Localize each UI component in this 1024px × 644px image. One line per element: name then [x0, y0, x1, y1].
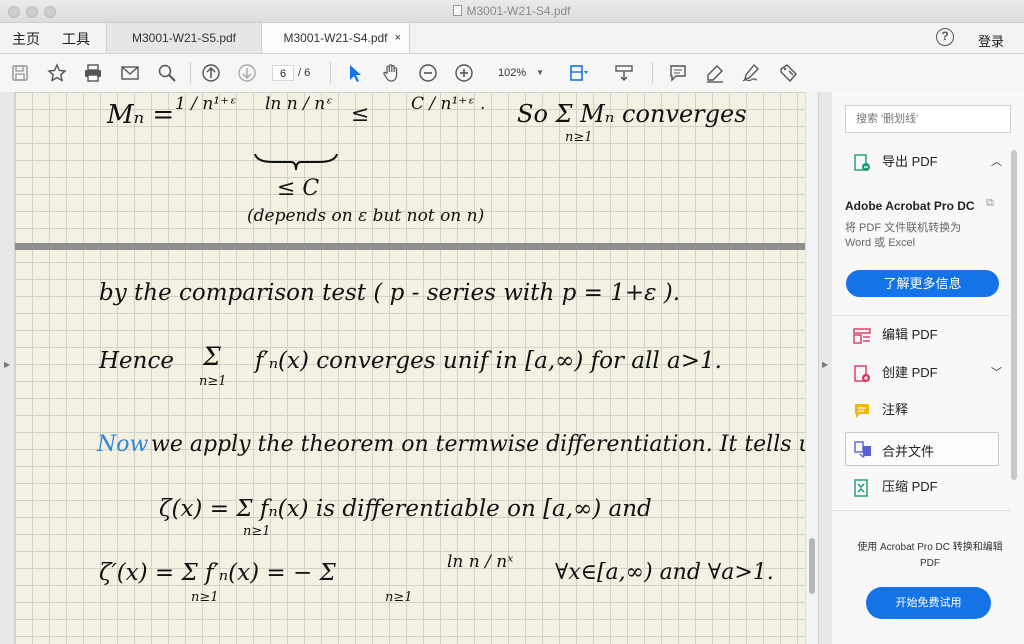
- merge-files-icon: [854, 441, 871, 458]
- create-pdf-icon: [854, 365, 870, 382]
- collapse-right-icon: ▶: [822, 360, 829, 369]
- panel-scrollbar[interactable]: [1011, 150, 1017, 480]
- save-icon[interactable]: [10, 63, 30, 83]
- pdf-page-view[interactable]: Mₙ = 1 / n¹⁺ᵋ ln n / nᵋ ≤ C / n¹⁺ᵋ . So …: [15, 92, 805, 644]
- nav-home[interactable]: 主页: [12, 29, 40, 49]
- bookmark-star-icon[interactable]: [47, 63, 67, 83]
- nav-tools[interactable]: 工具: [62, 29, 90, 49]
- highlight-icon[interactable]: [705, 63, 725, 83]
- comment-tool[interactable]: 注释: [852, 397, 1012, 425]
- login-link[interactable]: 登录: [978, 31, 1004, 50]
- handwritten-text: So Σ Mₙ converges: [517, 100, 747, 128]
- create-pdf-tool[interactable]: 创建 PDF ﹀: [852, 360, 1012, 388]
- right-panel-toggle[interactable]: ▶: [818, 92, 832, 644]
- zoom-out-icon[interactable]: [418, 63, 438, 83]
- tools-panel: 搜索 '删划线' 导出 PDF ︿ Adobe Acrobat Pro DC ⧉…: [832, 92, 1024, 644]
- tab-label: M3001-W21-S5.pdf: [131, 31, 237, 45]
- handwritten-text: ≤ C: [277, 176, 320, 201]
- zoom-in-icon[interactable]: [454, 63, 474, 83]
- fill-sign-icon[interactable]: [778, 63, 798, 83]
- underbrace: [254, 153, 338, 171]
- export-pdf-icon: [854, 154, 870, 171]
- handwritten-text: f′ₙ(x) converges unif in [a,∞) for all a…: [255, 348, 722, 374]
- export-pdf-tool[interactable]: 导出 PDF ︿: [852, 149, 1012, 177]
- toolbar: 6 / 6 102% ▼: [0, 54, 1024, 93]
- document-icon: [453, 5, 463, 16]
- tool-label: 合并文件: [882, 444, 935, 459]
- handwritten-text-now: Now: [97, 432, 149, 457]
- select-cursor-icon[interactable]: [345, 63, 365, 83]
- tab-bar: 主页 工具 M3001-W21-S5.pdf M3001-W21-S4.pdf …: [0, 23, 1024, 54]
- print-icon[interactable]: [83, 63, 103, 83]
- handwritten-text: ζ(x) = Σ fₙ(x) is differentiable on [a,∞…: [159, 496, 652, 522]
- tool-label: 创建 PDF: [882, 365, 938, 380]
- help-icon[interactable]: ?: [936, 28, 954, 46]
- document-scrollbar[interactable]: [805, 92, 818, 644]
- handwritten-text: 1 / n¹⁺ᵋ: [175, 94, 237, 114]
- tools-search-input[interactable]: 搜索 '删划线': [845, 105, 1011, 133]
- handwritten-text: Mₙ =: [107, 100, 175, 130]
- compress-pdf-icon: [854, 479, 868, 497]
- free-trial-button[interactable]: 开始免费试用: [866, 587, 991, 619]
- handwritten-text: we apply the theorem on termwise differe…: [151, 432, 805, 457]
- scroll-mode-icon[interactable]: [614, 63, 634, 83]
- merge-files-tool[interactable]: 合并文件: [845, 432, 999, 466]
- tab-s4[interactable]: M3001-W21-S4.pdf ×: [262, 23, 410, 53]
- scrollbar-thumb[interactable]: [809, 538, 815, 594]
- handwritten-text: n≥1: [243, 524, 271, 539]
- hand-icon[interactable]: [381, 63, 401, 83]
- handwritten-text: ζ′(x) = Σ f′ₙ(x) = − Σ: [99, 560, 336, 586]
- edit-pdf-tool[interactable]: 编辑 PDF: [852, 322, 1012, 350]
- copy-icon: ⧉: [986, 197, 994, 209]
- promo-bottom-text: 使用 Acrobat Pro DC 转换和编辑 PDF: [857, 542, 1003, 569]
- search-zoom-icon[interactable]: [157, 63, 177, 83]
- chevron-down-icon: ﹀: [991, 367, 1002, 379]
- handwritten-text: ≤: [351, 102, 370, 127]
- tab-label: M3001-W21-S4.pdf: [283, 31, 388, 45]
- page-total: / 6: [298, 67, 311, 79]
- zoom-value: 102%: [498, 67, 527, 79]
- handwritten-text: ln n / nᵋ: [265, 94, 333, 114]
- handwritten-text: n≥1: [191, 590, 219, 605]
- tool-label: 注释: [882, 402, 909, 417]
- tab-s5[interactable]: M3001-W21-S5.pdf: [106, 23, 262, 53]
- zoom-select[interactable]: 102% ▼: [490, 64, 550, 82]
- tool-label: 压缩 PDF: [882, 479, 938, 494]
- chevron-down-icon: ▼: [536, 68, 544, 77]
- page-separator: [15, 243, 805, 250]
- left-panel-toggle[interactable]: ▶: [0, 92, 15, 644]
- handwritten-text: n≥1: [385, 590, 413, 605]
- learn-more-button[interactable]: 了解更多信息: [846, 270, 999, 297]
- close-tab-icon[interactable]: ×: [395, 23, 401, 53]
- expand-left-icon: ▶: [4, 360, 11, 369]
- handwritten-text: ln n / nˣ: [447, 552, 514, 572]
- window-title: M3001-W21-S4.pdf: [0, 4, 1024, 18]
- handwritten-text: Hence: [99, 348, 174, 374]
- page-down-icon[interactable]: [237, 63, 257, 83]
- promo-text: 将 PDF 文件联机转换为 Word 或 Excel: [845, 222, 962, 249]
- handwritten-text: n≥1: [565, 130, 593, 145]
- tool-label: 导出 PDF: [882, 154, 938, 169]
- fit-page-icon[interactable]: [568, 63, 588, 83]
- window-titlebar: M3001-W21-S4.pdf: [0, 0, 1024, 23]
- comment-tool-icon: [855, 404, 869, 418]
- tool-label: 编辑 PDF: [882, 327, 938, 342]
- handwritten-text: (depends on ε but not on n): [247, 206, 485, 226]
- email-icon[interactable]: [120, 63, 140, 83]
- promo-title: Adobe Acrobat Pro DC: [845, 199, 975, 213]
- page-number-input[interactable]: 6: [272, 65, 294, 81]
- page-up-icon[interactable]: [201, 63, 221, 83]
- chevron-up-icon: ︿: [991, 156, 1002, 168]
- handwritten-text: by the comparison test ( p - series with…: [99, 280, 681, 306]
- sign-icon[interactable]: [741, 63, 761, 83]
- handwritten-text: Σ: [203, 342, 221, 371]
- handwritten-text: ∀x∈[a,∞) and ∀a>1.: [555, 560, 774, 585]
- handwritten-text: C / n¹⁺ᵋ .: [411, 94, 486, 114]
- handwritten-text: n≥1: [199, 374, 227, 389]
- compress-pdf-tool[interactable]: 压缩 PDF: [852, 474, 1012, 502]
- comment-icon[interactable]: [668, 63, 688, 83]
- edit-pdf-icon: [853, 328, 871, 344]
